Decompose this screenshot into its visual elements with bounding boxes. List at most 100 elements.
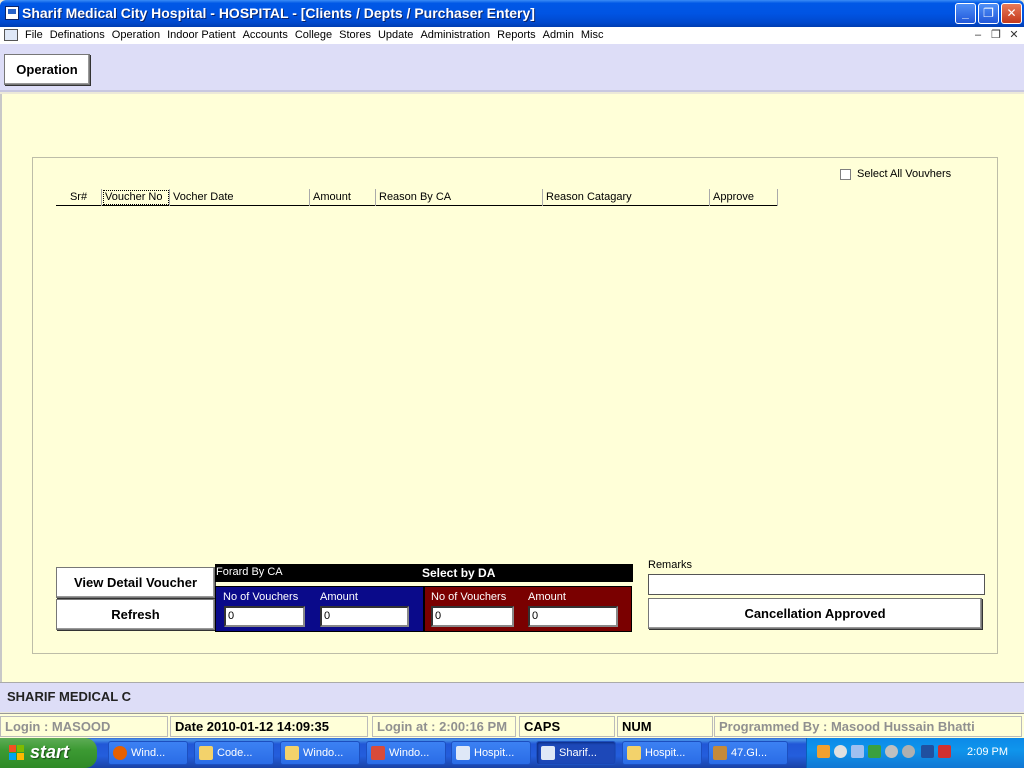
menu-admin[interactable]: Admin bbox=[543, 28, 579, 43]
status-bar: Login : MASOOD Date 2010-01-12 14:09:35 … bbox=[0, 713, 1024, 738]
tray-security-icon[interactable] bbox=[938, 745, 951, 758]
menu-misc[interactable]: Misc bbox=[581, 28, 609, 43]
start-button[interactable]: start bbox=[0, 738, 97, 768]
task-label: Hospit... bbox=[474, 747, 515, 759]
menu-reports[interactable]: Reports bbox=[497, 28, 541, 43]
menu-stores[interactable]: Stores bbox=[339, 28, 376, 43]
da-amount-field[interactable]: 0 bbox=[528, 606, 618, 627]
clock: 2:09 PM bbox=[967, 746, 1008, 758]
taskbar-item-windows-folder[interactable]: Windo... bbox=[280, 741, 360, 765]
media-icon bbox=[371, 746, 385, 760]
da-vouchers-field[interactable]: 0 bbox=[431, 606, 514, 627]
voucher-grid-header: Sr# Voucher No Vocher Date Amount Reason… bbox=[56, 189, 778, 206]
menu-update[interactable]: Update bbox=[378, 28, 418, 43]
taskbar-item-hospital-2[interactable]: Hospit... bbox=[622, 741, 702, 765]
status-login-at: Login at : 2:00:16 PM bbox=[372, 716, 516, 737]
window-title: Sharif Medical City Hospital - HOSPITAL … bbox=[22, 5, 535, 21]
menu-operation[interactable]: Operation bbox=[112, 28, 165, 43]
select-by-da-label: Select by DA bbox=[422, 566, 496, 580]
task-label: Wind... bbox=[131, 747, 166, 759]
taskbar: start Wind... Code... Windo... Windo... … bbox=[0, 738, 1024, 768]
column-header-voucher-no[interactable]: Voucher No bbox=[102, 189, 170, 206]
status-caps: CAPS bbox=[519, 716, 615, 737]
mdi-controls: – ❐ ✕ bbox=[971, 28, 1021, 42]
company-name: SHARIF MEDICAL C bbox=[7, 689, 131, 704]
tray-sync-icon[interactable] bbox=[834, 745, 847, 758]
column-header-sr[interactable]: Sr# bbox=[56, 189, 102, 206]
menu-administration[interactable]: Administration bbox=[420, 28, 495, 43]
operation-button[interactable]: Operation bbox=[4, 54, 90, 85]
tray-speaker-icon[interactable] bbox=[902, 745, 915, 758]
menu-indoor-patient[interactable]: Indoor Patient bbox=[167, 28, 241, 43]
taskbar-item-hospital-1[interactable]: Hospit... bbox=[451, 741, 531, 765]
taskbar-item-image[interactable]: 47.GI... bbox=[708, 741, 788, 765]
status-date: Date 2010-01-12 14:09:35 bbox=[170, 716, 368, 737]
menu-accounts[interactable]: Accounts bbox=[243, 28, 293, 43]
taskbar-item-firefox[interactable]: Wind... bbox=[108, 741, 188, 765]
task-label: Windo... bbox=[389, 747, 430, 759]
summary-header-band: Forard By CA Select by DA bbox=[215, 564, 633, 582]
close-button[interactable]: ✕ bbox=[1001, 3, 1022, 24]
menu-bar: File Definations Operation Indoor Patien… bbox=[0, 27, 1024, 44]
start-label: start bbox=[30, 742, 70, 762]
remarks-input[interactable] bbox=[648, 574, 985, 595]
menu-college[interactable]: College bbox=[295, 28, 337, 43]
tray-monitor-icon[interactable] bbox=[921, 745, 934, 758]
folder-icon bbox=[199, 746, 213, 760]
task-label: 47.GI... bbox=[731, 747, 768, 759]
ca-vouchers-label: No of Vouchers bbox=[223, 591, 299, 603]
windows-logo-icon bbox=[9, 745, 26, 762]
task-label: Windo... bbox=[303, 747, 344, 759]
taskbar-item-sharif[interactable]: Sharif... bbox=[536, 741, 616, 765]
menu-file[interactable]: File bbox=[25, 28, 48, 43]
toolbar bbox=[0, 44, 1024, 92]
select-all-checkbox[interactable]: Select All Vouvhers bbox=[840, 168, 951, 180]
folder-icon bbox=[627, 746, 641, 760]
maximize-button[interactable]: ❐ bbox=[978, 3, 999, 24]
task-label: Sharif... bbox=[559, 747, 597, 759]
ca-amount-field[interactable]: 0 bbox=[320, 606, 409, 627]
refresh-button[interactable]: Refresh bbox=[56, 599, 215, 630]
mdi-restore-icon[interactable]: ❐ bbox=[989, 28, 1003, 42]
remarks-label: Remarks bbox=[648, 559, 693, 571]
cancellation-approved-button[interactable]: Cancellation Approved bbox=[648, 598, 982, 629]
forward-by-ca-label: Forard By CA bbox=[216, 566, 283, 578]
ca-amount-label: Amount bbox=[320, 591, 358, 603]
app-icon[interactable] bbox=[5, 6, 19, 20]
da-amount-label: Amount bbox=[528, 591, 566, 603]
column-header-approve[interactable]: Approve bbox=[710, 189, 778, 206]
column-header-reason-category[interactable]: Reason Catagary bbox=[543, 189, 710, 206]
da-summary-box: No of Vouchers Amount 0 0 bbox=[424, 586, 632, 632]
company-name-bar: SHARIF MEDICAL C bbox=[0, 682, 1024, 712]
app-window-icon bbox=[541, 746, 555, 760]
ca-summary-box: No of Vouchers Amount 0 0 bbox=[215, 586, 424, 632]
app-window-icon bbox=[456, 746, 470, 760]
task-label: Hospit... bbox=[645, 747, 686, 759]
image-icon bbox=[713, 746, 727, 760]
status-login: Login : MASOOD bbox=[0, 716, 168, 737]
column-header-voucher-date[interactable]: Vocher Date bbox=[170, 189, 310, 206]
tray-tools-icon[interactable] bbox=[817, 745, 830, 758]
system-tray: 2:09 PM bbox=[806, 738, 1024, 768]
da-vouchers-label: No of Vouchers bbox=[431, 591, 507, 603]
taskbar-item-windows-media[interactable]: Windo... bbox=[366, 741, 446, 765]
view-detail-voucher-button[interactable]: View Detail Voucher bbox=[56, 567, 215, 598]
folder-icon bbox=[285, 746, 299, 760]
status-programmed-by: Programmed By : Masood Hussain Bhatti bbox=[714, 716, 1022, 737]
title-bar: Sharif Medical City Hospital - HOSPITAL … bbox=[0, 0, 1024, 27]
document-icon[interactable] bbox=[4, 29, 18, 41]
select-all-label: Select All Vouvhers bbox=[857, 168, 952, 180]
taskbar-item-code[interactable]: Code... bbox=[194, 741, 274, 765]
mdi-minimize-icon[interactable]: – bbox=[971, 28, 985, 42]
tray-shield-icon[interactable] bbox=[868, 745, 881, 758]
mdi-close-icon[interactable]: ✕ bbox=[1007, 28, 1021, 42]
minimize-button[interactable]: _ bbox=[955, 3, 976, 24]
column-header-amount[interactable]: Amount bbox=[310, 189, 376, 206]
checkbox-icon[interactable] bbox=[840, 168, 851, 180]
column-header-reason-by-ca[interactable]: Reason By CA bbox=[376, 189, 543, 206]
ca-vouchers-field[interactable]: 0 bbox=[224, 606, 305, 627]
tray-network-icon[interactable] bbox=[851, 745, 864, 758]
tray-chat-icon[interactable] bbox=[885, 745, 898, 758]
menu-items: File Definations Operation Indoor Patien… bbox=[25, 28, 610, 43]
menu-definations[interactable]: Definations bbox=[50, 28, 110, 43]
